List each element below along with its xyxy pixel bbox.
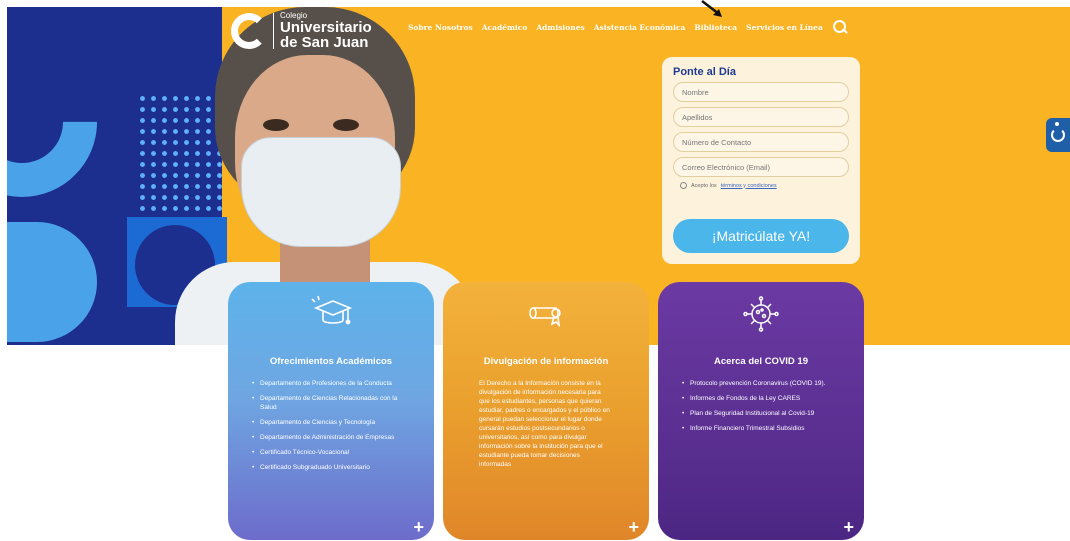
list-item[interactable]: Certificado Técnico-Vocacional [250,448,412,457]
card-title: Acerca del COVID 19 [714,356,808,367]
consent-text: Acepto los [691,182,717,189]
email-field[interactable] [673,157,849,177]
card-title: Ofrecimientos Académicos [269,356,393,367]
logo-line-3: de San Juan [280,34,369,51]
enroll-button[interactable]: ¡Matricúlate YA! [673,219,849,253]
nav-servicios-en-linea[interactable]: Servicios en Línea [746,23,823,32]
card-covid-19: Acerca del COVID 19 Protocolo prevención… [658,282,864,540]
nav-biblioteca[interactable]: Biblioteca [694,23,737,32]
logo-divider [273,13,274,49]
logo-text: Colegio Universitario de San Juan [280,12,372,51]
search-icon[interactable] [832,19,848,35]
form-title: Ponte al Día [673,66,736,78]
hero-photo-eye [263,119,289,131]
hero-photo-mask [241,137,401,247]
logo-line-2: Universitario [280,19,372,36]
nav-admisiones[interactable]: Admisiones [536,23,584,32]
list-item[interactable]: Departamento de Profesiones de la Conduc… [250,379,412,388]
card-information-disclosure: Divulgación de información El Derecho a … [443,282,649,540]
logo-icon [231,13,267,49]
list-item[interactable]: Departamento de Ciencias Relacionadas co… [250,394,412,412]
terms-link[interactable]: términos y condiciones [721,183,777,189]
name-field[interactable] [673,82,849,102]
graduation-cap-icon [311,295,353,325]
list-item[interactable]: Departamento de Ciencias y Tecnología [250,418,412,427]
consent-row: Acepto los términos y condiciones [680,182,849,189]
card-title: Divulgación de información [483,356,609,367]
virus-icon [743,296,779,332]
list-item[interactable]: Informe Financiero Trimestral Subsidios [680,424,842,433]
card-academic-offerings: Ofrecimientos Académicos Departamento de… [228,282,434,540]
signup-form-card: Ponte al Día Acepto los términos y condi… [662,57,860,264]
expand-plus-icon[interactable]: + [413,518,424,536]
list-item[interactable]: Plan de Seguridad Institucional al Covid… [680,409,842,418]
nav-asistencia-economica[interactable]: Asistencia Económica [594,23,686,32]
list-item[interactable]: Informes de Fondos de la Ley CARES [680,394,842,403]
list-item[interactable]: Departamento de Administración de Empres… [250,433,412,442]
accessibility-button[interactable] [1046,118,1070,152]
nav-sobre-nosotros[interactable]: Sobre Nosotros [408,23,473,32]
diploma-icon [529,307,561,328]
covid-list: Protocolo prevención Coronavirus (COVID … [680,379,842,433]
list-item[interactable]: Certificado Subgraduado Universitario [250,463,412,472]
lastname-field[interactable] [673,107,849,127]
site-logo[interactable]: Colegio Universitario de San Juan [231,12,372,50]
expand-plus-icon[interactable]: + [628,518,639,536]
consent-checkbox[interactable] [680,182,687,189]
main-navigation: Sobre Nosotros Académico Admisiones Asis… [408,19,848,35]
info-paragraph: El Derecho a la Información consiste en … [479,380,610,468]
accessibility-icon [1051,122,1065,142]
expand-plus-icon[interactable]: + [843,518,854,536]
decorative-half-circle [7,222,97,342]
nav-academico[interactable]: Académico [482,23,528,32]
list-item[interactable]: Protocolo prevención Coronavirus (COVID … [680,379,842,388]
hero-photo-eye [333,119,359,131]
mouse-pointer-icon [701,0,722,17]
academic-list: Departamento de Profesiones de la Conduc… [250,379,412,472]
phone-field[interactable] [673,132,849,152]
decorative-ring [7,15,129,229]
